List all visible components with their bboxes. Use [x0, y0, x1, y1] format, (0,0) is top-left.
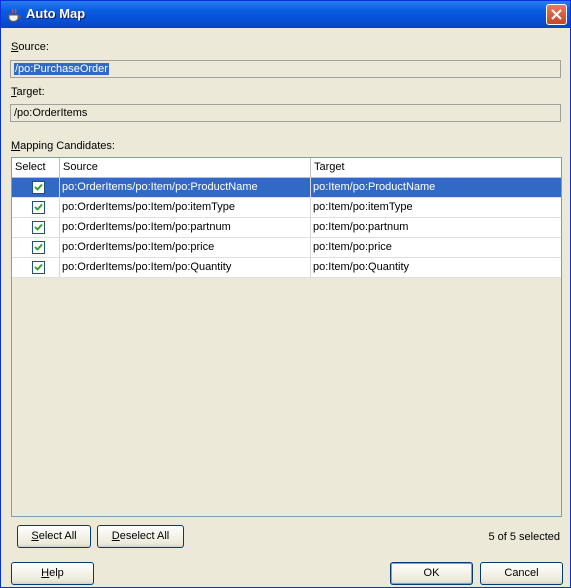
target-cell: po:Item/po:ProductName	[313, 181, 436, 193]
source-cell: po:OrderItems/po:Item/po:ProductName	[60, 178, 311, 197]
table-row[interactable]: po:OrderItems/po:Item/po:Quantity po:Ite…	[12, 258, 561, 278]
checkmark-icon	[34, 243, 43, 251]
checkmark-icon	[34, 203, 43, 211]
select-cell	[12, 178, 60, 197]
target-field[interactable]: /po:OrderItems	[10, 104, 561, 122]
target-cell: po:Item/po:price	[313, 241, 392, 253]
auto-map-dialog: Auto Map Source: /po:PurchaseOrder Targe…	[0, 0, 571, 588]
checkmark-icon	[34, 263, 43, 271]
table-row[interactable]: po:OrderItems/po:Item/po:price po:Item/p…	[12, 238, 561, 258]
source-field[interactable]: /po:PurchaseOrder	[10, 60, 561, 78]
table-header: Select Source Target	[12, 158, 561, 178]
row-checkbox[interactable]	[32, 261, 45, 274]
help-button[interactable]: Help	[11, 562, 94, 585]
selection-status: 5 of 5 selected	[488, 531, 560, 543]
checkmark-icon	[34, 223, 43, 231]
source-cell: po:OrderItems/po:Item/po:Quantity	[60, 258, 311, 277]
select-cell	[12, 238, 60, 257]
row-checkbox[interactable]	[32, 181, 45, 194]
source-cell: po:OrderItems/po:Item/po:price	[60, 238, 311, 257]
close-icon	[551, 9, 562, 20]
row-checkbox[interactable]	[32, 221, 45, 234]
target-label: Target:	[11, 86, 45, 98]
window-title: Auto Map	[26, 6, 86, 21]
column-header-target[interactable]: Target	[311, 158, 561, 177]
source-cell: po:OrderItems/po:Item/po:itemType	[60, 198, 311, 217]
select-cell	[12, 198, 60, 217]
column-header-select[interactable]: Select	[12, 158, 60, 177]
table-row[interactable]: po:OrderItems/po:Item/po:ProductName po:…	[12, 178, 561, 198]
target-cell: po:Item/po:partnum	[313, 221, 409, 233]
target-cell: po:Item/po:Quantity	[313, 261, 409, 273]
java-cup-icon	[6, 7, 22, 23]
select-cell	[12, 258, 60, 277]
cancel-button[interactable]: Cancel	[480, 562, 563, 585]
mapping-candidates-table: Select Source Target po:OrderItems/po:It…	[11, 157, 562, 517]
mapping-candidates-label: Mapping Candidates:	[11, 140, 115, 152]
source-value: /po:PurchaseOrder	[14, 63, 109, 75]
row-checkbox[interactable]	[32, 201, 45, 214]
target-value: /po:OrderItems	[14, 107, 88, 119]
column-header-source[interactable]: Source	[60, 158, 311, 177]
row-checkbox[interactable]	[32, 241, 45, 254]
close-button[interactable]	[546, 4, 567, 25]
title-bar[interactable]: Auto Map	[1, 1, 570, 28]
table-row[interactable]: po:OrderItems/po:Item/po:itemType po:Ite…	[12, 198, 561, 218]
source-cell: po:OrderItems/po:Item/po:partnum	[60, 218, 311, 237]
checkmark-icon	[34, 183, 43, 191]
ok-button[interactable]: OK	[390, 562, 473, 585]
table-row[interactable]: po:OrderItems/po:Item/po:partnum po:Item…	[12, 218, 561, 238]
target-cell: po:Item/po:itemType	[313, 201, 413, 213]
deselect-all-button[interactable]: Deselect All	[97, 525, 184, 548]
select-cell	[12, 218, 60, 237]
select-all-button[interactable]: Select All	[17, 525, 91, 548]
source-label: Source:	[11, 41, 49, 53]
